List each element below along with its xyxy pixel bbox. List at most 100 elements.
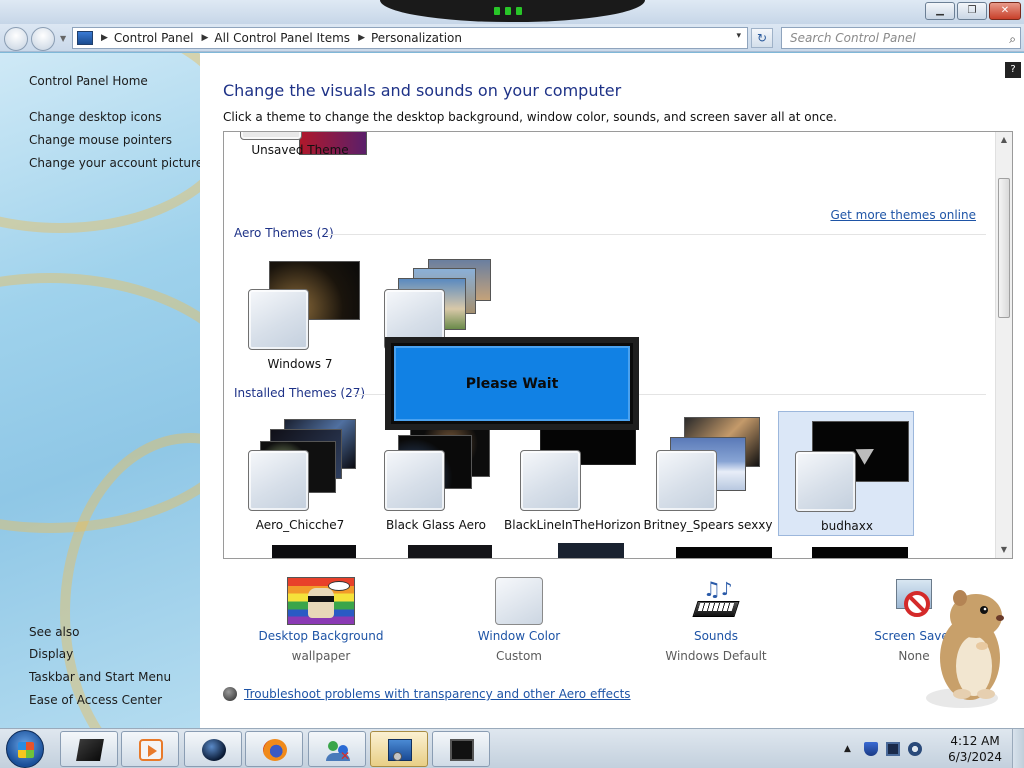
shield-icon[interactable] — [864, 742, 878, 756]
breadcrumb-control-panel[interactable]: Control Panel — [114, 31, 194, 45]
show-hidden-icons-arrow[interactable]: ▲ — [844, 742, 858, 756]
sounds-value: Windows Default — [665, 649, 767, 663]
theme-wallpaper-peek — [408, 545, 492, 558]
address-bar[interactable]: ▶ Control Panel ▶ All Control Panel Item… — [72, 27, 748, 49]
theme-item-britney-spears[interactable]: Britney_Spears sexxy — [640, 411, 776, 536]
please-wait-dialog: Please Wait — [385, 337, 639, 430]
taskbar-start-menu-link[interactable]: Taskbar and Start Menu — [29, 670, 171, 684]
windows-logo-icon — [18, 742, 34, 758]
theme-label: Aero_Chicche7 — [255, 518, 345, 532]
troubleshoot-icon — [223, 687, 237, 701]
window-color-icon[interactable] — [495, 577, 543, 625]
chevron-right-icon[interactable]: ▶ — [101, 33, 108, 43]
window-color-value: Custom — [496, 649, 542, 663]
change-desktop-icons-link[interactable]: Change desktop icons — [29, 110, 162, 124]
window-app-icon — [76, 739, 104, 761]
taskbar-app-7[interactable] — [432, 731, 490, 767]
chevron-right-icon[interactable]: ▶ — [202, 33, 209, 43]
help-icon[interactable]: ? — [1005, 62, 1021, 78]
theme-wallpaper-peek — [558, 543, 624, 558]
theme-item-budhaxx[interactable]: budhaxx — [778, 411, 914, 536]
theme-color-swatch — [656, 450, 717, 511]
theme-label: Britney_Spears sexxy — [643, 518, 773, 532]
installed-themes-header: Installed Themes (27) — [234, 386, 366, 400]
theme-wallpaper-peek — [272, 545, 356, 558]
aero-themes-header: Aero Themes (2) — [234, 226, 334, 240]
theme-color-swatch — [384, 450, 445, 511]
cursor-arrow-icon — [855, 441, 879, 465]
theme-label: budhaxx — [820, 519, 873, 533]
theme-color-swatch — [248, 289, 309, 350]
control-panel-icon — [388, 739, 412, 761]
title-ornament — [380, 0, 645, 22]
maximize-button[interactable]: ❐ — [957, 2, 987, 20]
back-button[interactable] — [4, 27, 28, 51]
address-dropdown-button[interactable]: ▾ — [736, 31, 741, 41]
ease-of-access-link[interactable]: Ease of Access Center — [29, 693, 162, 707]
clock-date: 6/3/2024 — [948, 750, 1002, 764]
volume-icon[interactable] — [908, 742, 922, 756]
group-divider — [326, 234, 986, 235]
theme-list-scrollbar[interactable]: ▲ ▼ — [995, 132, 1012, 558]
desktop-background-icon[interactable] — [287, 577, 355, 625]
change-mouse-pointers-link[interactable]: Change mouse pointers — [29, 133, 172, 147]
desktop-background-setting[interactable]: Desktop Background wallpaper — [241, 577, 401, 663]
forward-button[interactable] — [31, 27, 55, 51]
scrollbar-thumb[interactable] — [998, 178, 1010, 318]
sounds-icon[interactable]: ♫ ♪ — [691, 577, 741, 625]
taskbar-app-1[interactable] — [60, 731, 118, 767]
theme-label: Windows 7 — [267, 357, 333, 371]
search-input[interactable]: Search Control Panel ⌕ — [781, 27, 1021, 49]
theme-wallpaper-peek — [676, 547, 772, 558]
get-more-themes-link[interactable]: Get more themes online — [830, 208, 976, 222]
media-player-icon — [139, 739, 163, 761]
clock-time: 4:12 AM — [950, 734, 1000, 748]
scroll-down-icon[interactable]: ▼ — [996, 542, 1012, 558]
search-placeholder: Search Control Panel — [790, 31, 916, 45]
theme-label: BlackLineInTheHorizon — [504, 518, 641, 532]
sounds-setting[interactable]: ♫ ♪ Sounds Windows Default — [636, 577, 796, 663]
taskbar-app-3[interactable] — [184, 731, 242, 767]
control-panel-home-link[interactable]: Control Panel Home — [29, 74, 148, 88]
desktop-background-link[interactable]: Desktop Background — [241, 629, 401, 643]
breadcrumb-personalization[interactable]: Personalization — [371, 31, 462, 45]
taskbar-app-5[interactable]: ✕ — [308, 731, 366, 767]
theme-wallpaper-peek — [812, 547, 908, 558]
troubleshoot-aero-link[interactable]: Troubleshoot problems with transparency … — [223, 687, 631, 701]
chevron-right-icon[interactable]: ▶ — [358, 33, 365, 43]
close-button[interactable]: ✕ — [989, 2, 1021, 20]
theme-item-unsaved[interactable]: Unsaved Theme — [232, 132, 368, 210]
taskbar-app-4[interactable] — [245, 731, 303, 767]
theme-color-swatch — [248, 450, 309, 511]
display-link[interactable]: Display — [29, 647, 73, 661]
theme-item-aero-chicche7[interactable]: Aero_Chicche7 — [232, 411, 368, 536]
system-tray: ▲ 4:12 AM 6/3/2024 — [834, 729, 1024, 768]
refresh-button[interactable]: ↻ — [751, 28, 773, 48]
window-color-link[interactable]: Window Color — [439, 629, 599, 643]
task-pane: Control Panel Home Change desktop icons … — [0, 53, 200, 728]
taskbar: ✕ ▲ 4:12 AM 6/3/2024 — [0, 728, 1024, 768]
start-button[interactable] — [6, 730, 44, 768]
navigation-bar: ▼ ▶ Control Panel ▶ All Control Panel It… — [0, 24, 1024, 52]
hamster-desktop-pet[interactable] — [922, 576, 1017, 711]
minimize-button[interactable]: ▁ — [925, 2, 955, 20]
recent-pages-dropdown[interactable]: ▼ — [60, 34, 66, 43]
sounds-link[interactable]: Sounds — [636, 629, 796, 643]
clock[interactable]: 4:12 AM 6/3/2024 — [948, 733, 1002, 765]
globe-icon — [202, 739, 226, 761]
taskbar-app-2[interactable] — [121, 731, 179, 767]
show-desktop-button[interactable] — [1012, 729, 1024, 768]
theme-label: Unsaved Theme — [251, 143, 349, 157]
theme-color-swatch — [795, 451, 856, 512]
theme-item-windows-7[interactable]: Windows 7 — [232, 250, 368, 375]
users-icon: ✕ — [326, 739, 350, 763]
breadcrumb-all-items[interactable]: All Control Panel Items — [214, 31, 350, 45]
theme-color-swatch — [520, 450, 581, 511]
scroll-up-icon[interactable]: ▲ — [996, 132, 1012, 148]
change-account-picture-link[interactable]: Change your account picture — [29, 156, 200, 170]
please-wait-message: Please Wait — [391, 343, 633, 424]
search-icon[interactable]: ⌕ — [1009, 29, 1016, 49]
network-icon[interactable] — [886, 742, 900, 756]
window-color-setting[interactable]: Window Color Custom — [439, 577, 599, 663]
taskbar-app-6-active[interactable] — [370, 731, 428, 767]
